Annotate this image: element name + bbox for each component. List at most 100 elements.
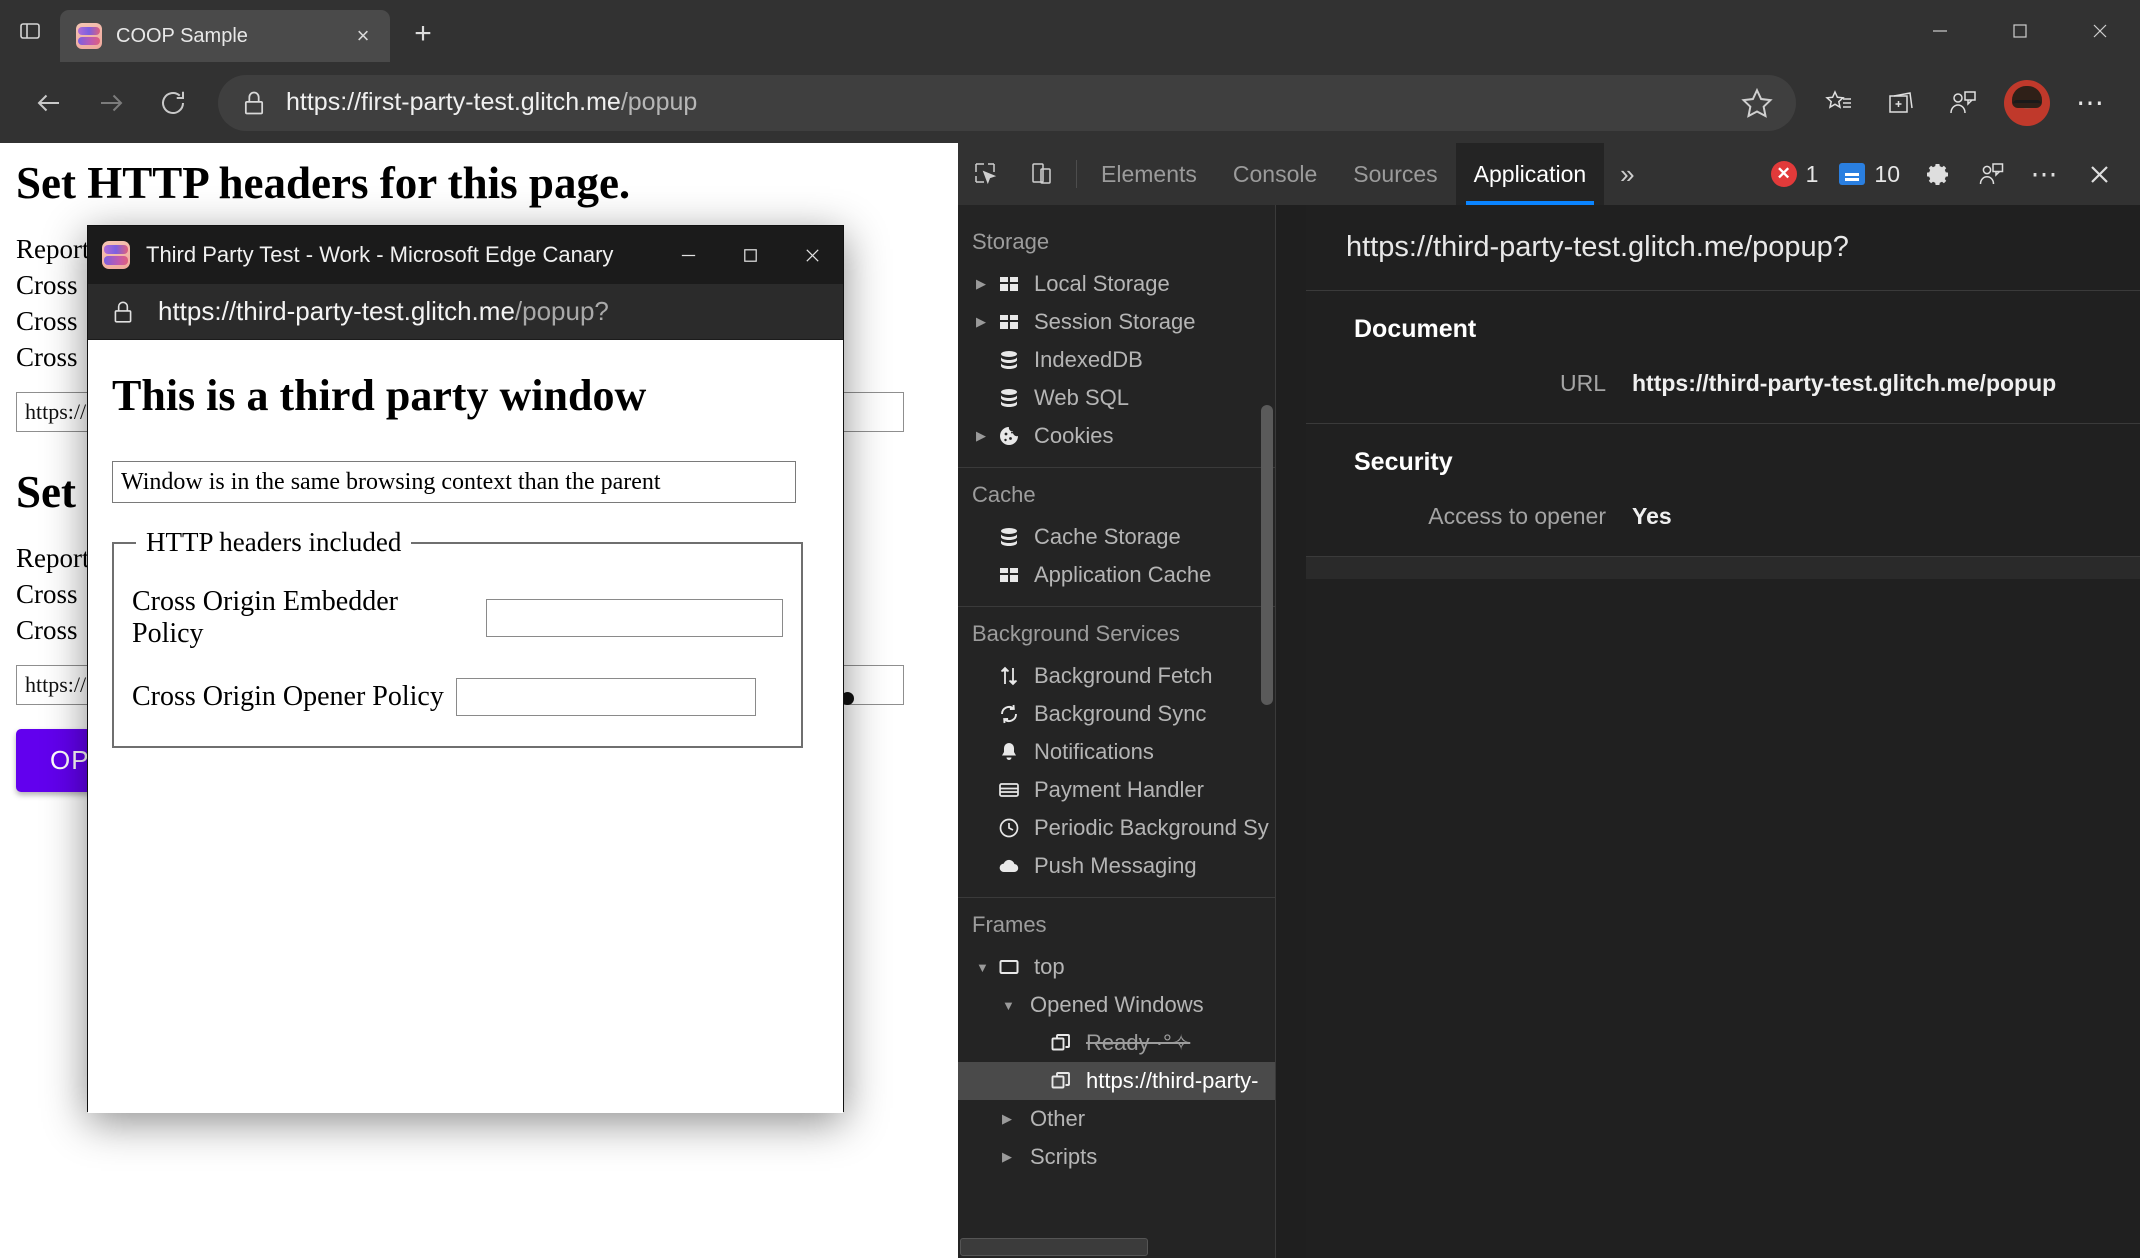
- section-title-storage: Storage: [972, 229, 1050, 254]
- browser-tab[interactable]: COOP Sample ×: [60, 10, 390, 62]
- tree-item-web-sql[interactable]: ▶Web SQL: [958, 379, 1275, 417]
- popup-address-bar[interactable]: https://third-party-test.glitch.me/popup…: [88, 284, 843, 340]
- coop-input[interactable]: [455, 678, 756, 716]
- settings-gear-icon[interactable]: [1910, 143, 1964, 205]
- chevron-down-icon[interactable]: ▼: [1002, 998, 1020, 1013]
- tab-sources[interactable]: Sources: [1335, 143, 1455, 205]
- tree-item-opened-windows[interactable]: ▼ Opened Windows: [958, 986, 1275, 1024]
- tree-item-background-fetch[interactable]: ▶Background Fetch: [958, 657, 1275, 695]
- reload-icon[interactable]: [142, 75, 204, 131]
- profile-avatar[interactable]: [2004, 79, 2050, 126]
- close-icon[interactable]: [781, 226, 843, 284]
- third-party-popup-window[interactable]: Third Party Test - Work - Microsoft Edge…: [87, 225, 844, 1113]
- error-badge[interactable]: ✕ 1 10: [1770, 160, 1900, 188]
- favorite-star-icon[interactable]: [1740, 86, 1774, 120]
- tree-item-indexeddb[interactable]: ▶IndexedDB: [958, 341, 1275, 379]
- lock-icon: [110, 299, 136, 325]
- tree-item-label: Notifications: [1034, 739, 1154, 764]
- tab-elements[interactable]: Elements: [1083, 143, 1215, 205]
- share-feedback-icon[interactable]: [1932, 75, 1994, 131]
- settings-more-icon[interactable]: ⋯: [2060, 75, 2122, 131]
- cookie-icon: [998, 425, 1028, 447]
- address-bar-url: https://first-party-test.glitch.me/popup: [286, 88, 697, 117]
- close-icon[interactable]: [2060, 0, 2140, 62]
- favorites-list-icon[interactable]: [1808, 75, 1870, 131]
- tree-item-background-sync[interactable]: ▶Background Sync: [958, 695, 1275, 733]
- tree-item-push-messaging[interactable]: ▶Push Messaging: [958, 847, 1275, 885]
- chevron-right-icon[interactable]: ▶: [976, 428, 994, 444]
- application-sidebar[interactable]: Storage▶Local Storage▶Session Storage▶In…: [958, 205, 1276, 1258]
- chevron-down-icon[interactable]: ▼: [976, 960, 994, 975]
- document-url-value[interactable]: https://third-party-test.glitch.me/popup: [1632, 370, 2056, 397]
- inspect-element-icon[interactable]: [958, 143, 1014, 205]
- tree-item-top[interactable]: ▼ top: [958, 948, 1275, 986]
- database-icon: [998, 349, 1028, 371]
- tree-item-session-storage[interactable]: ▶ Session Storage: [958, 303, 1275, 341]
- popup-titlebar: Third Party Test - Work - Microsoft Edge…: [88, 226, 843, 284]
- table-icon: [998, 311, 1028, 333]
- new-tab-button[interactable]: +: [398, 9, 448, 59]
- error-icon: ✕: [1770, 161, 1797, 187]
- forward-arrow-icon[interactable]: [80, 75, 142, 131]
- chevron-right-icon[interactable]: ▶: [1002, 1111, 1020, 1127]
- tree-item-https-third-party[interactable]: ▶https://third-party-: [958, 1062, 1275, 1100]
- tree-item-payment-handler[interactable]: ▶Payment Handler: [958, 771, 1275, 809]
- tree-item-label: Push Messaging: [1034, 853, 1197, 878]
- tree-item-label: Session Storage: [1034, 309, 1196, 334]
- close-icon[interactable]: ×: [348, 21, 378, 51]
- collections-icon[interactable]: [1870, 75, 1932, 131]
- tree-item-other[interactable]: ▶ Other: [958, 1100, 1275, 1138]
- maximize-icon[interactable]: [1980, 0, 2060, 62]
- share-feedback-icon[interactable]: [1964, 143, 2018, 205]
- tree-item-cache-storage[interactable]: ▶Cache Storage: [958, 518, 1275, 556]
- url-origin: https://first-party-test.glitch.me: [286, 88, 621, 116]
- minimize-icon[interactable]: [657, 226, 719, 284]
- maximize-icon[interactable]: [719, 226, 781, 284]
- tree-item-local-storage[interactable]: ▶ Local Storage: [958, 265, 1275, 303]
- more-options-icon[interactable]: ⋯: [2018, 143, 2072, 205]
- close-devtools-icon[interactable]: [2072, 143, 2126, 205]
- page-heading-1: Set HTTP headers for this page.: [16, 158, 631, 208]
- minimize-icon[interactable]: [1900, 0, 1980, 62]
- tree-item-cookies[interactable]: ▶ Cookies: [958, 417, 1275, 455]
- chevron-right-icon[interactable]: ▶: [976, 276, 994, 292]
- tab-actions-icon[interactable]: [0, 0, 60, 62]
- scrollbar-thumb[interactable]: [960, 1238, 1148, 1256]
- tree-item-periodic-background-sy[interactable]: ▶Periodic Background Sy: [958, 809, 1275, 847]
- tab-console[interactable]: Console: [1215, 143, 1335, 205]
- popup-window-controls: [657, 226, 843, 284]
- device-toolbar-icon[interactable]: [1014, 143, 1070, 205]
- tab-title: COOP Sample: [116, 24, 248, 47]
- coep-input[interactable]: [485, 599, 783, 637]
- address-bar[interactable]: https://first-party-test.glitch.me/popup: [218, 74, 1796, 131]
- tree-item-label: Scripts: [1030, 1144, 1098, 1169]
- frame-url-heading: https://third-party-test.glitch.me/popup…: [1306, 205, 2140, 291]
- more-tabs-icon[interactable]: »: [1604, 143, 1650, 205]
- tree-item-label: Opened Windows: [1030, 992, 1204, 1017]
- coop-label: Cross Origin Opener Policy: [132, 681, 444, 712]
- table-icon: [998, 273, 1028, 295]
- chevron-right-icon[interactable]: ▶: [976, 314, 994, 330]
- cloud-icon: [998, 855, 1028, 877]
- back-arrow-icon[interactable]: [18, 75, 80, 131]
- chevron-right-icon[interactable]: ▶: [1002, 1149, 1020, 1165]
- sidebar-horizontal-scrollbar[interactable]: [958, 1236, 1275, 1258]
- popup-heading: This is a third party window: [112, 371, 647, 420]
- access-to-opener-row: Access to opener Yes: [1306, 503, 2140, 530]
- tree-item-ready[interactable]: ▶Ready ·°✧: [958, 1024, 1275, 1062]
- document-block: Document URL https://third-party-test.gl…: [1306, 291, 2140, 424]
- database-icon: [998, 526, 1028, 548]
- glitch-favicon: [102, 241, 130, 269]
- tree-item-application-cache[interactable]: ▶Application Cache: [958, 556, 1275, 594]
- sidebar-vertical-scrollbar[interactable]: [1261, 405, 1273, 705]
- tree-item-scripts[interactable]: ▶ Scripts: [958, 1138, 1275, 1176]
- tab-application[interactable]: Application: [1455, 143, 1605, 205]
- field-row-coep: Cross Origin Embedder Policy: [132, 586, 783, 650]
- tree-item-label: Application Cache: [1034, 562, 1212, 587]
- message-count: 10: [1874, 160, 1900, 187]
- window-icon: [1050, 1070, 1080, 1092]
- tree-item-label: IndexedDB: [1034, 347, 1143, 372]
- browser-toolbar: https://first-party-test.glitch.me/popup…: [0, 62, 2140, 143]
- tree-item-notifications[interactable]: ▶Notifications: [958, 733, 1275, 771]
- window-controls: [1900, 0, 2140, 62]
